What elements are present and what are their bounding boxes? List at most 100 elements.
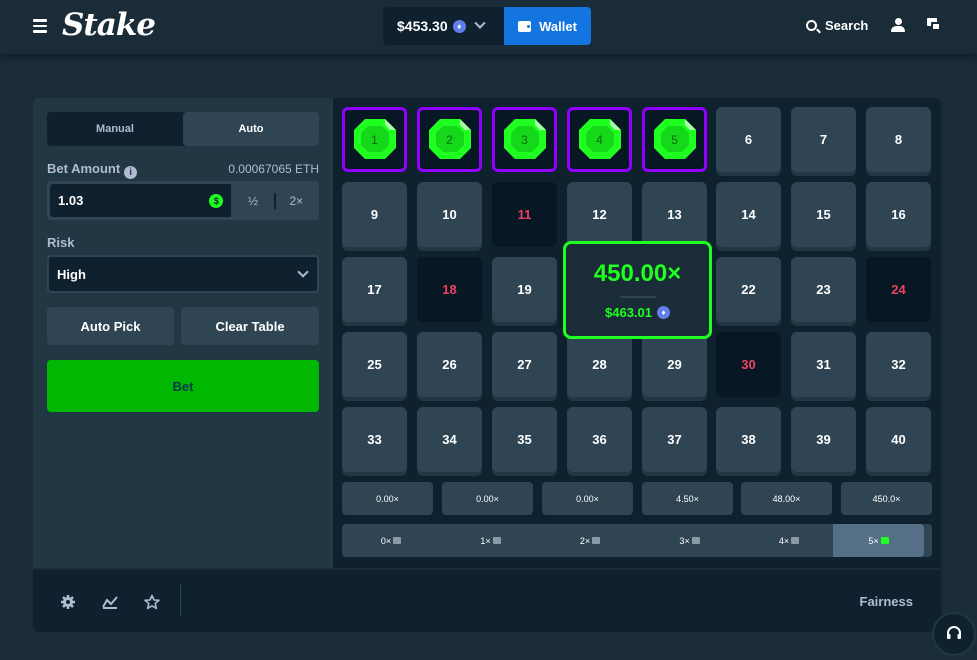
bet-sidebar: Manual Auto Bet Amount i 0.00067065 ETH 1… [33, 98, 333, 568]
tile-number: 3 [521, 132, 528, 147]
tile-32[interactable]: 32 [866, 332, 931, 397]
mines-game-card: Manual Auto Bet Amount i 0.00067065 ETH 1… [33, 98, 941, 632]
tile-17[interactable]: 17 [342, 257, 407, 322]
mini-gem-icon [880, 537, 889, 544]
mini-gem-icon [393, 537, 402, 544]
win-amount-value: $463.01 [605, 305, 652, 320]
auto-pick-button[interactable]: Auto Pick [47, 307, 174, 345]
chevron-down-icon [297, 266, 309, 278]
tile-19[interactable]: 19 [492, 257, 557, 322]
mini-gem-icon [691, 537, 700, 544]
hamburger-menu-icon[interactable] [33, 19, 47, 33]
mini-gem-icon [492, 537, 501, 544]
hit-label: 3× [679, 535, 690, 546]
tile-24[interactable]: 24 [866, 257, 931, 322]
stats-chart-icon[interactable] [102, 594, 118, 610]
hit-label: 5× [868, 535, 879, 546]
wallet-button[interactable]: Wallet [504, 7, 591, 45]
tile-12[interactable]: 12 [567, 182, 632, 247]
hit-count: 1× [442, 524, 540, 557]
favorite-star-icon[interactable] [144, 594, 160, 610]
usd-coin-icon: $ [209, 193, 224, 208]
tile-23[interactable]: 23 [791, 257, 856, 322]
tile-3[interactable]: 3 [492, 107, 557, 172]
tile-22[interactable]: 22 [716, 257, 781, 322]
tile-37[interactable]: 37 [642, 407, 707, 472]
bet-amount-label-text: Bet Amount [47, 161, 121, 176]
bet-amount-input[interactable]: 1.03 $ [49, 183, 233, 218]
tile-6[interactable]: 6 [716, 107, 781, 172]
win-divider [619, 296, 656, 298]
double-bet-button[interactable]: 2× [276, 183, 317, 218]
tile-40[interactable]: 40 [866, 407, 931, 472]
info-icon[interactable]: i [124, 166, 138, 179]
tile-34[interactable]: 34 [417, 407, 482, 472]
fairness-link[interactable]: Fairness [860, 594, 913, 609]
user-icon[interactable] [891, 18, 906, 33]
tile-26[interactable]: 26 [417, 332, 482, 397]
tile-1[interactable]: 1 [342, 107, 407, 172]
hit-count: 2× [541, 524, 639, 557]
hits-row: 0× 1× 2× 3× 4× 5× [342, 524, 932, 557]
tile-25[interactable]: 25 [342, 332, 407, 397]
tab-auto[interactable]: Auto [183, 112, 319, 146]
mines-board: 1 2 3 4 5 6 7 8 9 10 11 12 13 14 15 16 17 18 19 22 23 24 25 26 2… [333, 98, 941, 568]
tile-33[interactable]: 33 [342, 407, 407, 472]
tile-7[interactable]: 7 [791, 107, 856, 172]
support-headset-icon[interactable] [932, 612, 976, 656]
hit-count: 5× [833, 524, 924, 557]
payout-multiplier: 48.00× [741, 482, 832, 515]
wallet-label: Wallet [539, 18, 577, 34]
tile-28[interactable]: 28 [567, 332, 632, 397]
tile-39[interactable]: 39 [791, 407, 856, 472]
tile-14[interactable]: 14 [716, 182, 781, 247]
hit-label: 0× [380, 535, 392, 546]
tile-5[interactable]: 5 [642, 107, 707, 172]
tile-9[interactable]: 9 [342, 182, 407, 247]
risk-select[interactable]: High [47, 255, 319, 293]
tile-11[interactable]: 11 [492, 182, 557, 247]
footer-divider [180, 584, 181, 616]
hit-count: 3× [641, 524, 739, 557]
tile-number: 4 [596, 132, 603, 147]
tile-8[interactable]: 8 [866, 107, 931, 172]
tile-30[interactable]: 30 [716, 332, 781, 397]
tile-31[interactable]: 31 [791, 332, 856, 397]
search-button[interactable]: Search [806, 18, 868, 33]
payout-multiplier: 450.0× [841, 482, 932, 515]
clear-table-button[interactable]: Clear Table [181, 307, 319, 345]
win-popup: 450.00× $463.01 ♦ [563, 241, 712, 339]
chat-icon[interactable] [927, 18, 941, 32]
tile-29[interactable]: 29 [642, 332, 707, 397]
payout-multiplier: 0.00× [342, 482, 433, 515]
top-header: Stake $453.30 ♦ Wallet Search [0, 0, 977, 54]
payout-multiplier: 4.50× [642, 482, 733, 515]
tile-10[interactable]: 10 [417, 182, 482, 247]
tile-38[interactable]: 38 [716, 407, 781, 472]
tab-manual[interactable]: Manual [47, 112, 183, 146]
tile-4[interactable]: 4 [567, 107, 632, 172]
bet-amount-value: 1.03 [58, 193, 84, 208]
stake-logo[interactable]: Stake [62, 7, 156, 43]
tile-13[interactable]: 13 [642, 182, 707, 247]
eth-coin-icon: ♦ [657, 306, 670, 319]
hit-label: 2× [579, 535, 591, 546]
tile-18[interactable]: 18 [417, 257, 482, 322]
tile-35[interactable]: 35 [492, 407, 557, 472]
hit-label: 4× [778, 535, 790, 546]
hit-count: 0× [342, 524, 440, 557]
settings-gear-icon[interactable] [60, 594, 76, 610]
tile-16[interactable]: 16 [866, 182, 931, 247]
mini-gem-icon [592, 537, 601, 544]
tile-15[interactable]: 15 [791, 182, 856, 247]
hit-count: 4× [740, 524, 838, 557]
payout-multiplier: 0.00× [542, 482, 633, 515]
tile-36[interactable]: 36 [567, 407, 632, 472]
wallet-icon [518, 20, 532, 32]
bet-button[interactable]: Bet [47, 360, 319, 412]
tile-27[interactable]: 27 [492, 332, 557, 397]
risk-value: High [57, 266, 86, 282]
tile-2[interactable]: 2 [417, 107, 482, 172]
balance-selector[interactable]: $453.30 ♦ [383, 7, 504, 45]
half-bet-button[interactable]: ½ [232, 183, 273, 218]
